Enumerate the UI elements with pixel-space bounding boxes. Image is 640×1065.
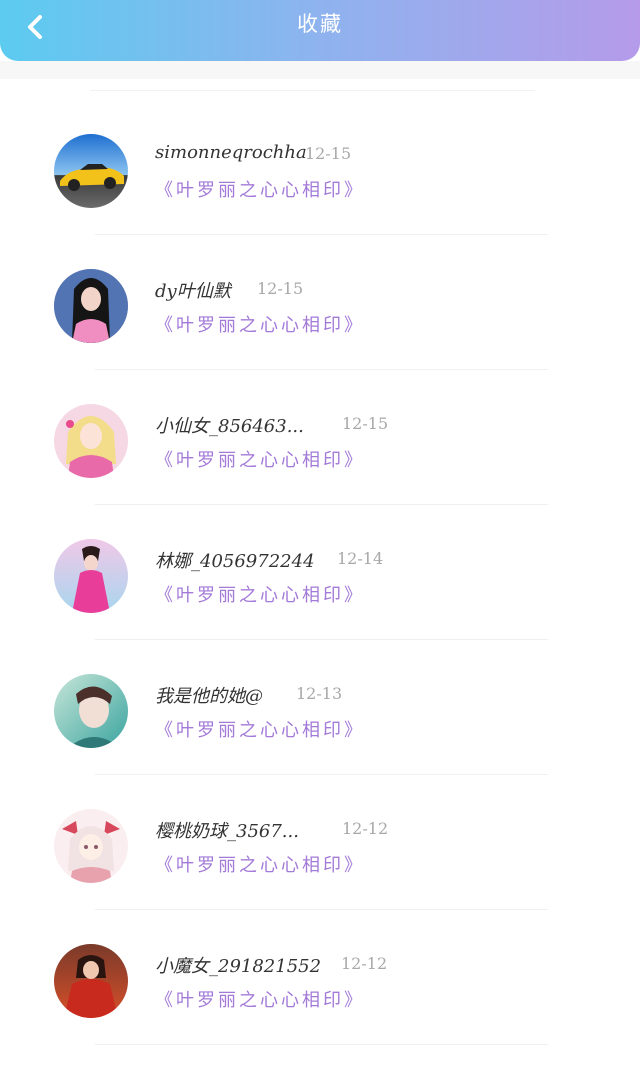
- favorite-date: 12-15: [257, 279, 304, 298]
- favorite-item[interactable]: simonneqrochha 12-15 《叶罗丽之心心相印》: [0, 100, 640, 235]
- page-title: 收藏: [297, 12, 343, 36]
- user-name: 樱桃奶球_3567...: [155, 821, 299, 842]
- favorite-date: 12-15: [342, 414, 389, 433]
- work-title-link[interactable]: 《叶罗丽之心心相印》: [155, 851, 365, 877]
- favorite-date: 12-13: [296, 684, 343, 703]
- user-name: 小仙女_856463...: [155, 416, 304, 437]
- favorites-list: simonneqrochha 12-15 《叶罗丽之心心相印》 dy叶仙默 12…: [0, 100, 640, 1045]
- top-app-bar: 收藏: [0, 0, 640, 61]
- favorite-date: 12-12: [342, 819, 389, 838]
- red-fantasy-avatar[interactable]: [54, 944, 128, 1018]
- favorite-item[interactable]: 小仙女_856463... 12-15 《叶罗丽之心心相印》: [0, 370, 640, 505]
- top-divider: [90, 90, 535, 91]
- work-title-link[interactable]: 《叶罗丽之心心相印》: [155, 446, 365, 472]
- favorite-date: 12-14: [337, 549, 384, 568]
- doll-pink-dress-avatar[interactable]: [54, 269, 128, 343]
- favorite-item[interactable]: 樱桃奶球_3567... 12-12 《叶罗丽之心心相印》: [0, 775, 640, 910]
- favorite-date: 12-12: [341, 954, 388, 973]
- row-divider: [95, 1044, 548, 1045]
- pink-doll-avatar[interactable]: [54, 539, 128, 613]
- favorite-item[interactable]: dy叶仙默 12-15 《叶罗丽之心心相印》: [0, 235, 640, 370]
- user-name: 小魔女_291821552: [155, 956, 322, 977]
- work-title-link[interactable]: 《叶罗丽之心心相印》: [155, 986, 365, 1012]
- user-name: dy叶仙默: [155, 281, 231, 302]
- work-title-link[interactable]: 《叶罗丽之心心相印》: [155, 176, 365, 202]
- favorite-item[interactable]: 我是他的她@ 12-13 《叶罗丽之心心相印》: [0, 640, 640, 775]
- blonde-fairy-avatar[interactable]: [54, 404, 128, 478]
- teal-portrait-avatar[interactable]: [54, 674, 128, 748]
- favorite-item[interactable]: 小魔女_291821552 12-12 《叶罗丽之心心相印》: [0, 910, 640, 1045]
- work-title-link[interactable]: 《叶罗丽之心心相印》: [155, 311, 365, 337]
- favorite-item[interactable]: 林娜_4056972244 12-14 《叶罗丽之心心相印》: [0, 505, 640, 640]
- user-name: 我是他的她@: [155, 686, 263, 707]
- yellow-sports-car-avatar[interactable]: [54, 134, 128, 208]
- work-title-link[interactable]: 《叶罗丽之心心相印》: [155, 581, 365, 607]
- anime-girl-bow-avatar[interactable]: [54, 809, 128, 883]
- favorite-date: 12-15: [305, 144, 352, 163]
- user-name: simonneqrochha: [155, 142, 307, 163]
- user-name: 林娜_4056972244: [155, 551, 315, 572]
- work-title-link[interactable]: 《叶罗丽之心心相印》: [155, 716, 365, 742]
- header-shadow-band: [0, 61, 640, 79]
